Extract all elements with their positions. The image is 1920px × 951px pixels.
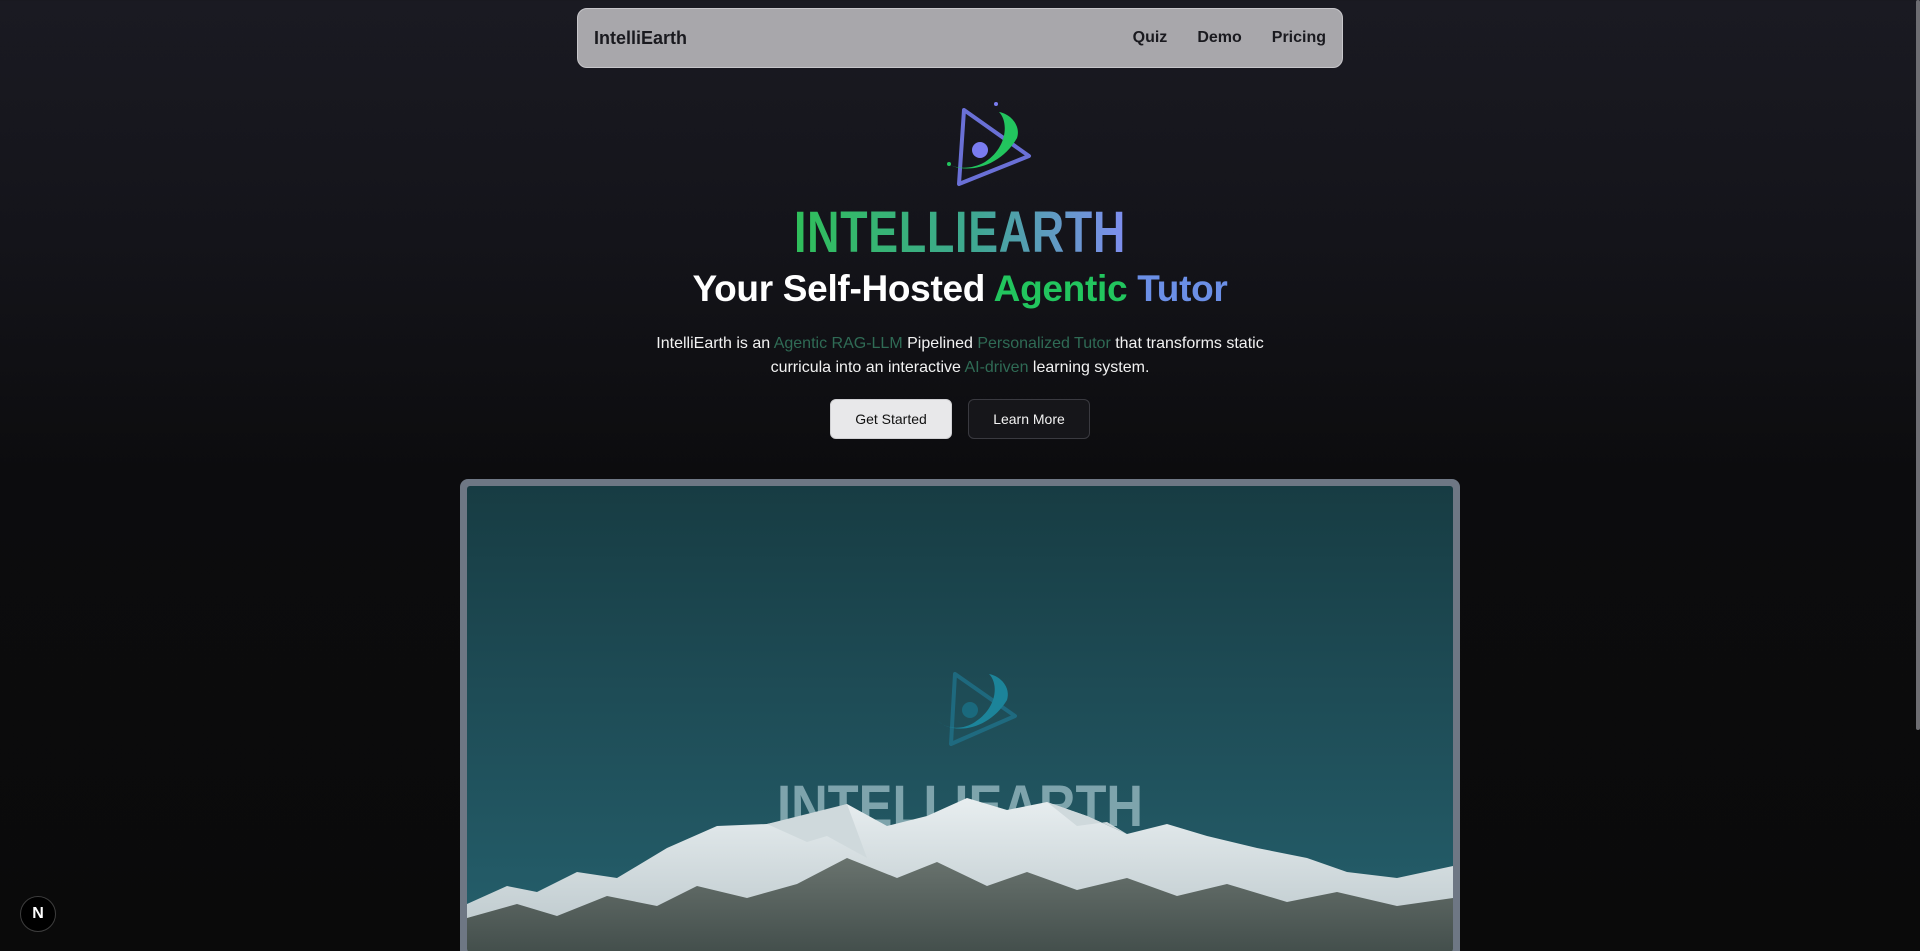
subtitle-part-2: Pipelined — [902, 335, 978, 352]
headline-accent-agentic: Agentic — [993, 268, 1128, 309]
logo-wordmark: INTELLIEARTH — [794, 200, 1126, 260]
subtitle-part-1: IntelliEarth is an — [656, 335, 774, 352]
subtitle-highlight-rag: Agentic RAG-LLM — [773, 335, 903, 352]
video-planet-icon — [937, 672, 1017, 746]
demo-video-frame[interactable]: INTELLIEARTH — [460, 479, 1460, 951]
planet-play-icon — [943, 102, 1031, 186]
mountain-scene-image: INTELLIEARTH — [467, 672, 1453, 951]
nav-link-demo[interactable]: Demo — [1197, 29, 1241, 47]
nav-link-pricing[interactable]: Pricing — [1272, 29, 1326, 47]
top-navbar: IntelliEarth Quiz Demo Pricing — [577, 8, 1343, 68]
page-scrollbar[interactable] — [1916, 0, 1920, 730]
headline-accent-tutor: Tutor — [1137, 268, 1228, 309]
demo-video-preview[interactable]: INTELLIEARTH — [467, 486, 1453, 951]
learn-more-button[interactable]: Learn More — [968, 399, 1090, 439]
subtitle-highlight-tutor: Personalized Tutor — [977, 335, 1111, 352]
intelliearth-hero-logo: INTELLIEARTH — [794, 102, 1126, 260]
subtitle-highlight-ai: AI-driven — [964, 359, 1029, 376]
nextjs-dev-badge[interactable]: N — [20, 896, 56, 932]
hero-subtitle: IntelliEarth is an Agentic RAG-LLM Pipel… — [640, 332, 1280, 380]
headline-main: Your Self-Hosted — [692, 268, 986, 309]
nav-links: Quiz Demo Pricing — [1133, 29, 1326, 47]
nav-link-quiz[interactable]: Quiz — [1133, 29, 1168, 47]
subtitle-part-4: learning system. — [1028, 359, 1150, 376]
get-started-button[interactable]: Get Started — [830, 399, 952, 439]
hero-headline: Your Self-Hosted Agentic Tutor — [0, 268, 1920, 310]
brand-logo-text[interactable]: IntelliEarth — [594, 28, 687, 49]
